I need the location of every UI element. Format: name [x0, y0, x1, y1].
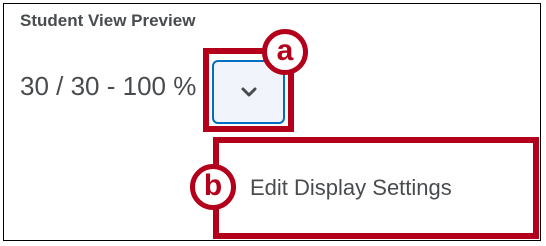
- menu-item-edit-display-settings[interactable]: Edit Display Settings: [250, 175, 452, 201]
- callout-badge-b: b: [190, 164, 236, 210]
- callout-badge-a: a: [262, 29, 308, 75]
- grade-display: 30 / 30 - 100 %: [20, 71, 197, 101]
- chevron-down-icon: [241, 87, 256, 97]
- panel-title: Student View Preview: [20, 11, 196, 30]
